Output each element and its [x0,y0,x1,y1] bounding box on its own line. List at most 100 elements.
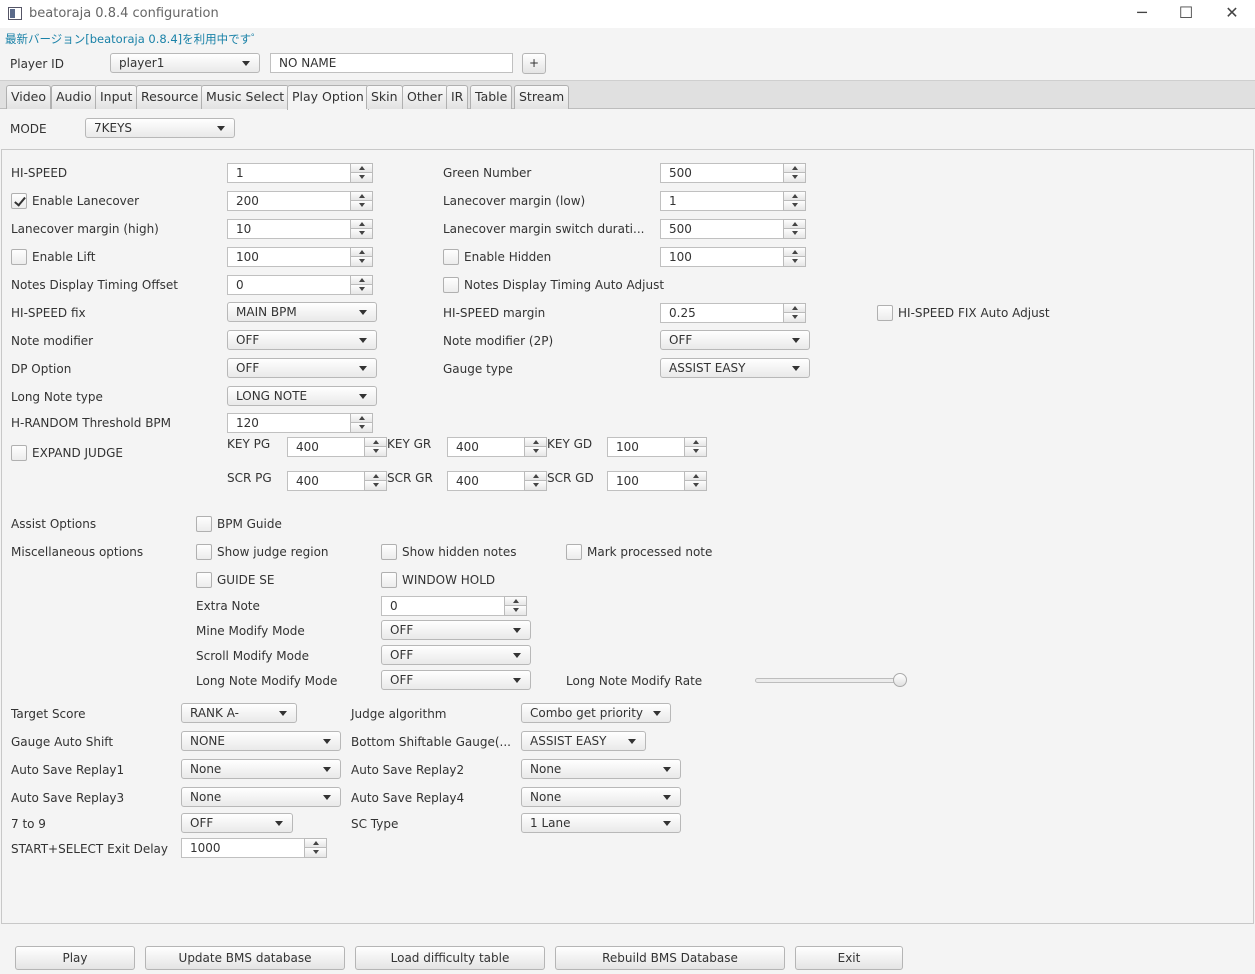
target-score-select[interactable]: RANK A- [181,703,297,723]
tab-input[interactable]: Input [95,85,138,109]
decrement-icon[interactable] [504,606,527,616]
lanecover-switch-duration-value[interactable]: 500 [660,219,784,239]
increment-icon[interactable] [783,163,806,173]
hrandom-threshold-value[interactable]: 120 [227,413,351,433]
increment-icon[interactable] [350,247,373,257]
scr-pg-spinner[interactable]: 400 [287,471,387,491]
decrement-icon[interactable] [364,447,387,457]
checkbox-icon[interactable] [11,249,27,265]
exit-delay-spinner[interactable]: 1000 [181,838,327,858]
auto-save-replay2-select[interactable]: None [521,759,681,779]
scr-gd-value[interactable]: 100 [607,471,685,491]
increment-icon[interactable] [684,437,707,447]
note-modifier-2p-select[interactable]: OFF [660,330,810,350]
scr-gd-spinner[interactable]: 100 [607,471,707,491]
checkbox-icon[interactable] [196,572,212,588]
auto-save-replay3-select[interactable]: None [181,787,341,807]
decrement-icon[interactable] [350,285,373,295]
minimize-icon[interactable]: ─ [1127,3,1157,25]
tab-music-select[interactable]: Music Select [201,85,290,109]
hispeed-margin-spinner[interactable]: 0.25 [660,303,806,323]
increment-icon[interactable] [783,219,806,229]
checkbox-icon[interactable] [381,544,397,560]
slider-thumb[interactable] [893,673,907,687]
key-gr-value[interactable]: 400 [447,437,525,457]
decrement-icon[interactable] [350,423,373,433]
key-gd-value[interactable]: 100 [607,437,685,457]
scr-pg-value[interactable]: 400 [287,471,365,491]
tab-play-option[interactable]: Play Option [287,85,369,110]
lanecover-margin-high-spinner[interactable]: 10 [227,219,373,239]
auto-save-replay1-select[interactable]: None [181,759,341,779]
hispeed-margin-value[interactable]: 0.25 [660,303,784,323]
dp-option-select[interactable]: OFF [227,358,377,378]
player-id-select[interactable]: player1 [110,53,260,73]
judge-algorithm-select[interactable]: Combo get priority [521,703,671,723]
checkbox-icon[interactable] [381,572,397,588]
hidden-spinner[interactable]: 100 [660,247,806,267]
decrement-icon[interactable] [783,257,806,267]
add-player-button[interactable]: + [522,53,546,74]
hispeed-fix-select[interactable]: MAIN BPM [227,302,377,322]
decrement-icon[interactable] [783,201,806,211]
increment-icon[interactable] [524,471,547,481]
decrement-icon[interactable] [350,173,373,183]
decrement-icon[interactable] [524,481,547,491]
scroll-modify-mode-select[interactable]: OFF [381,645,531,665]
increment-icon[interactable] [684,471,707,481]
tab-skin[interactable]: Skin [366,85,403,109]
gauge-type-select[interactable]: ASSIST EASY [660,358,810,378]
tab-table[interactable]: Table [470,85,513,109]
hidden-value[interactable]: 100 [660,247,784,267]
tab-ir[interactable]: IR [446,85,469,109]
increment-icon[interactable] [350,163,373,173]
long-note-type-select[interactable]: LONG NOTE [227,386,377,406]
play-button[interactable]: Play [15,946,135,970]
checkbox-icon[interactable] [443,277,459,293]
lift-spinner[interactable]: 100 [227,247,373,267]
tab-other[interactable]: Other [402,85,448,109]
sc-type-select[interactable]: 1 Lane [521,813,681,833]
decrement-icon[interactable] [304,848,327,858]
increment-icon[interactable] [504,596,527,606]
decrement-icon[interactable] [684,481,707,491]
increment-icon[interactable] [783,191,806,201]
gauge-auto-shift-select[interactable]: NONE [181,731,341,751]
increment-icon[interactable] [350,413,373,423]
checkbox-icon[interactable] [196,544,212,560]
decrement-icon[interactable] [364,481,387,491]
increment-icon[interactable] [524,437,547,447]
increment-icon[interactable] [783,303,806,313]
increment-icon[interactable] [364,437,387,447]
checkbox-icon[interactable] [566,544,582,560]
scr-gr-value[interactable]: 400 [447,471,525,491]
increment-icon[interactable] [350,191,373,201]
notes-timing-offset-value[interactable]: 0 [227,275,351,295]
seven-to-nine-select[interactable]: OFF [181,813,293,833]
key-pg-value[interactable]: 400 [287,437,365,457]
lanecover-value[interactable]: 200 [227,191,351,211]
tab-resource[interactable]: Resource [136,85,204,109]
exit-delay-value[interactable]: 1000 [181,838,305,858]
increment-icon[interactable] [364,471,387,481]
hrandom-threshold-spinner[interactable]: 120 [227,413,373,433]
lanecover-spinner[interactable]: 200 [227,191,373,211]
increment-icon[interactable] [783,247,806,257]
close-icon[interactable]: ✕ [1217,3,1247,25]
increment-icon[interactable] [304,838,327,848]
lift-value[interactable]: 100 [227,247,351,267]
scr-gr-spinner[interactable]: 400 [447,471,547,491]
lanecover-switch-duration-spinner[interactable]: 500 [660,219,806,239]
long-note-modify-mode-select[interactable]: OFF [381,670,531,690]
rebuild-bms-database-button[interactable]: Rebuild BMS Database [555,946,785,970]
decrement-icon[interactable] [524,447,547,457]
checkbox-icon[interactable] [877,305,893,321]
extra-note-spinner[interactable]: 0 [381,596,527,616]
mode-select[interactable]: 7KEYS [85,118,235,138]
checkbox-icon[interactable] [11,445,27,461]
tab-audio[interactable]: Audio [51,85,97,109]
key-gr-spinner[interactable]: 400 [447,437,547,457]
load-difficulty-table-button[interactable]: Load difficulty table [355,946,545,970]
checkbox-checked-icon[interactable] [11,193,27,209]
key-gd-spinner[interactable]: 100 [607,437,707,457]
